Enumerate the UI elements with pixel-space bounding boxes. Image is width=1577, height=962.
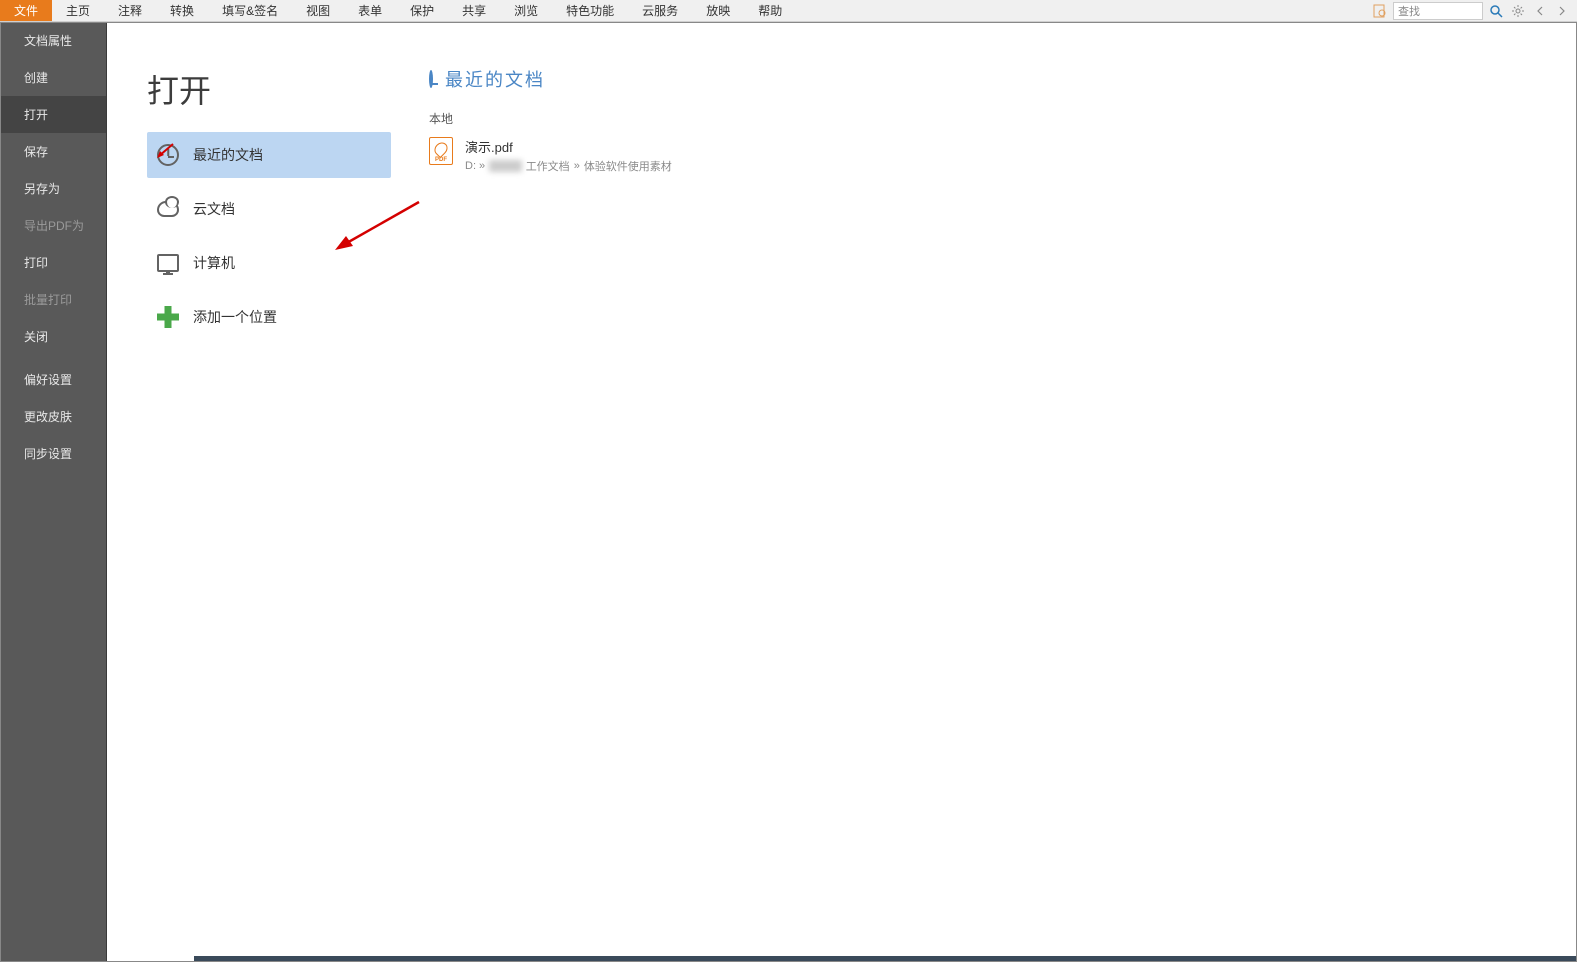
page-title: 打开 — [147, 66, 393, 112]
menu-tab-file[interactable]: 文件 — [0, 0, 52, 21]
menu-tab-form[interactable]: 表单 — [344, 0, 396, 21]
option-computer[interactable]: 计算机 — [147, 240, 391, 286]
sidebar-item-batchprint[interactable]: 批量打印 — [0, 281, 106, 318]
find-page-icon[interactable] — [1371, 2, 1389, 20]
section-label-local: 本地 — [429, 110, 1577, 127]
clock-icon — [429, 72, 433, 86]
file-name: 演示.pdf — [465, 137, 672, 156]
menu-tab-browse[interactable]: 浏览 — [500, 0, 552, 21]
menu-tab-slideshow[interactable]: 放映 — [692, 0, 744, 21]
sidebar-item-skin[interactable]: 更改皮肤 — [0, 398, 106, 435]
sidebar-item-save[interactable]: 保存 — [0, 133, 106, 170]
open-options-panel: 打开 最近的文档 云文档 计算机 添加一个位置 — [107, 22, 393, 962]
option-recent-docs[interactable]: 最近的文档 — [147, 132, 391, 178]
sidebar-item-syncsettings[interactable]: 同步设置 — [0, 435, 106, 472]
pdf-file-icon: PDF — [429, 137, 453, 165]
sidebar-item-create[interactable]: 创建 — [0, 59, 106, 96]
file-path: D: » xxx 工作文档 » 体验软件使用素材 — [465, 158, 672, 174]
search-input[interactable]: 查找 — [1393, 2, 1483, 20]
option-add-location[interactable]: 添加一个位置 — [147, 294, 391, 340]
option-label: 计算机 — [193, 253, 235, 273]
gear-icon[interactable] — [1509, 2, 1527, 20]
cloud-icon — [157, 198, 179, 220]
next-icon[interactable] — [1553, 2, 1571, 20]
menu-tab-home[interactable]: 主页 — [52, 0, 104, 21]
plus-icon — [157, 306, 179, 328]
computer-icon — [157, 252, 179, 274]
status-bar — [194, 956, 1577, 962]
clock-icon — [157, 144, 179, 166]
menu-tab-features[interactable]: 特色功能 — [552, 0, 628, 21]
sidebar-item-docprops[interactable]: 文档属性 — [0, 22, 106, 59]
menu-tab-cloud[interactable]: 云服务 — [628, 0, 692, 21]
sidebar-item-close[interactable]: 关闭 — [0, 318, 106, 355]
option-label: 添加一个位置 — [193, 307, 277, 327]
sidebar-item-saveas[interactable]: 另存为 — [0, 170, 106, 207]
sidebar-item-print[interactable]: 打印 — [0, 244, 106, 281]
sidebar-item-open[interactable]: 打开 — [0, 96, 106, 133]
search-icon[interactable] — [1487, 2, 1505, 20]
menu-tab-view[interactable]: 视图 — [292, 0, 344, 21]
menu-tab-convert[interactable]: 转换 — [156, 0, 208, 21]
menu-tab-help[interactable]: 帮助 — [744, 0, 796, 21]
sidebar-item-exportpdf[interactable]: 导出PDF为 — [0, 207, 106, 244]
top-menu-bar: 文件 主页 注释 转换 填写&签名 视图 表单 保护 共享 浏览 特色功能 云服… — [0, 0, 1577, 22]
prev-icon[interactable] — [1531, 2, 1549, 20]
menu-tab-protect[interactable]: 保护 — [396, 0, 448, 21]
menu-tab-comment[interactable]: 注释 — [104, 0, 156, 21]
option-label: 最近的文档 — [193, 145, 263, 165]
option-label: 云文档 — [193, 199, 235, 219]
recent-docs-panel: 最近的文档 本地 PDF 演示.pdf D: » xxx 工作文档 » 体验软件… — [393, 22, 1577, 962]
menu-tab-share[interactable]: 共享 — [448, 0, 500, 21]
sidebar-item-preferences[interactable]: 偏好设置 — [0, 361, 106, 398]
recent-file-item[interactable]: PDF 演示.pdf D: » xxx 工作文档 » 体验软件使用素材 — [429, 133, 1577, 178]
recent-docs-title: 最近的文档 — [445, 66, 545, 92]
option-cloud-docs[interactable]: 云文档 — [147, 186, 391, 232]
file-sidebar: 文档属性 创建 打开 保存 另存为 导出PDF为 打印 批量打印 关闭 偏好设置… — [0, 22, 107, 962]
menu-tab-fillsign[interactable]: 填写&签名 — [208, 0, 292, 21]
